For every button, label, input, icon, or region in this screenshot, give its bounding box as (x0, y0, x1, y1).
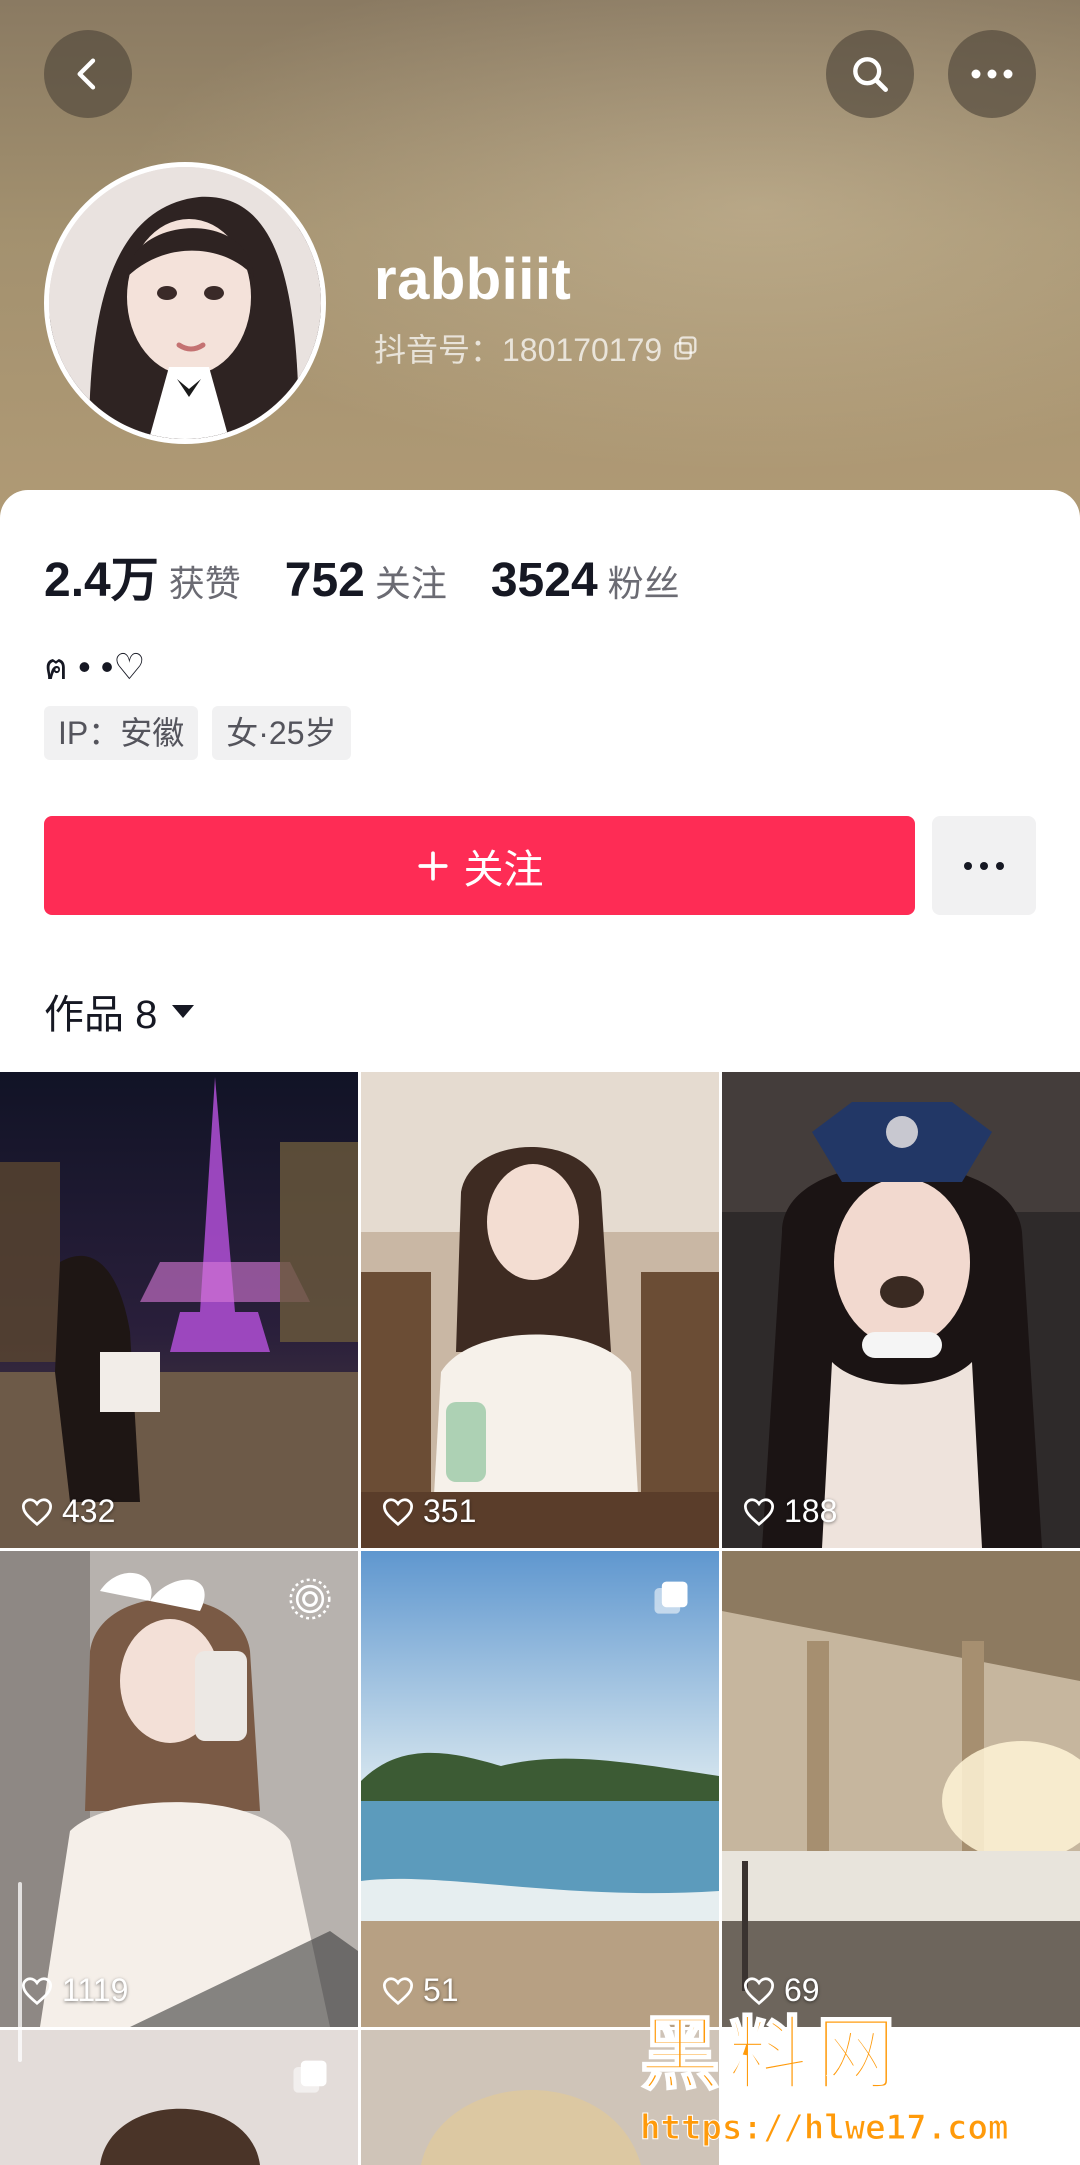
copy-icon[interactable] (672, 334, 700, 362)
video-thumbnail[interactable]: 432 (0, 1072, 358, 1548)
heart-icon (743, 1497, 775, 1526)
profile-card: 2.4万 获赞 752 关注 3524 粉丝 ฅ • •♡ IP：安徽 女·25… (0, 490, 1080, 2165)
watermark-url: https://hlwe17.com (639, 2108, 1009, 2149)
like-count: 188 (742, 1493, 837, 1530)
multi-image-icon (293, 2060, 327, 2093)
ip-location-tag: IP：安徽 (44, 706, 199, 760)
heart-icon (382, 1976, 414, 2005)
video-thumbnail[interactable]: 1119 (0, 1551, 358, 2027)
like-count-text: 51 (423, 1972, 459, 2008)
chevron-left-icon (77, 58, 96, 90)
stat-label: 关注 (374, 563, 447, 604)
like-count: 1119 (20, 1972, 128, 2009)
stat-label: 粉丝 (607, 563, 680, 604)
works-tab[interactable]: 作品 8 (44, 982, 197, 1040)
follow-button[interactable]: 关注 (44, 816, 915, 915)
video-thumbnail[interactable]: 188 (722, 1072, 1080, 1548)
stat-following[interactable]: 752 关注 (285, 553, 447, 608)
plus-icon (417, 850, 448, 881)
search-button[interactable] (826, 30, 914, 118)
like-count: 351 (381, 1493, 476, 1530)
douyin-id-text: 抖音号：180170179 (374, 332, 663, 368)
video-thumbnail[interactable] (0, 2030, 358, 2165)
like-count: 432 (20, 1493, 115, 1530)
gender-age-tag: 女·25岁 (212, 706, 351, 760)
stats-row: 2.4万 获赞 752 关注 3524 粉丝 (44, 540, 680, 610)
like-count-text: 188 (784, 1493, 838, 1529)
follow-label: 关注 (463, 847, 544, 892)
heart-icon (21, 1976, 53, 2005)
like-count: 51 (381, 1972, 459, 2009)
scroll-indicator (18, 1882, 22, 2062)
profile-tags: IP：安徽 女·25岁 (44, 706, 351, 760)
video-thumbnail[interactable]: 69 (722, 1551, 1080, 2027)
like-count-text: 351 (423, 1493, 477, 1529)
video-thumbnail[interactable]: 51 (361, 1551, 719, 2027)
avatar[interactable] (44, 162, 326, 444)
live-photo-icon (289, 1578, 331, 1620)
more-actions-button[interactable] (932, 816, 1036, 915)
stat-value: 3524 (490, 554, 598, 607)
heart-icon (21, 1497, 53, 1526)
video-thumbnail[interactable]: 351 (361, 1072, 719, 1548)
like-count-text: 1119 (62, 1972, 129, 2008)
watermark-title: 黑料网 (639, 2007, 904, 2102)
caret-down-icon (172, 1005, 195, 1018)
more-options-button[interactable] (948, 30, 1036, 118)
multi-image-icon (654, 1581, 688, 1614)
search-icon (853, 57, 888, 92)
douyin-id[interactable]: 抖音号：180170179 (374, 325, 700, 371)
more-horizontal-icon (964, 861, 1004, 870)
stat-value: 752 (284, 554, 365, 607)
back-button[interactable] (44, 30, 132, 118)
watermark: 黑料网 https://hlwe17.com (639, 1990, 1009, 2149)
username: rabbiiit (374, 247, 572, 312)
more-horizontal-icon (971, 69, 1013, 79)
like-count-text: 432 (62, 1493, 116, 1529)
stat-followers[interactable]: 3524 粉丝 (491, 553, 680, 608)
stat-label: 获赞 (168, 563, 241, 604)
heart-icon (382, 1497, 414, 1526)
works-label: 作品 8 (44, 993, 158, 1037)
stat-likes[interactable]: 2.4万 获赞 (44, 540, 241, 610)
stat-value: 2.4万 (44, 554, 159, 607)
bio: ฅ • •♡ (44, 646, 146, 687)
